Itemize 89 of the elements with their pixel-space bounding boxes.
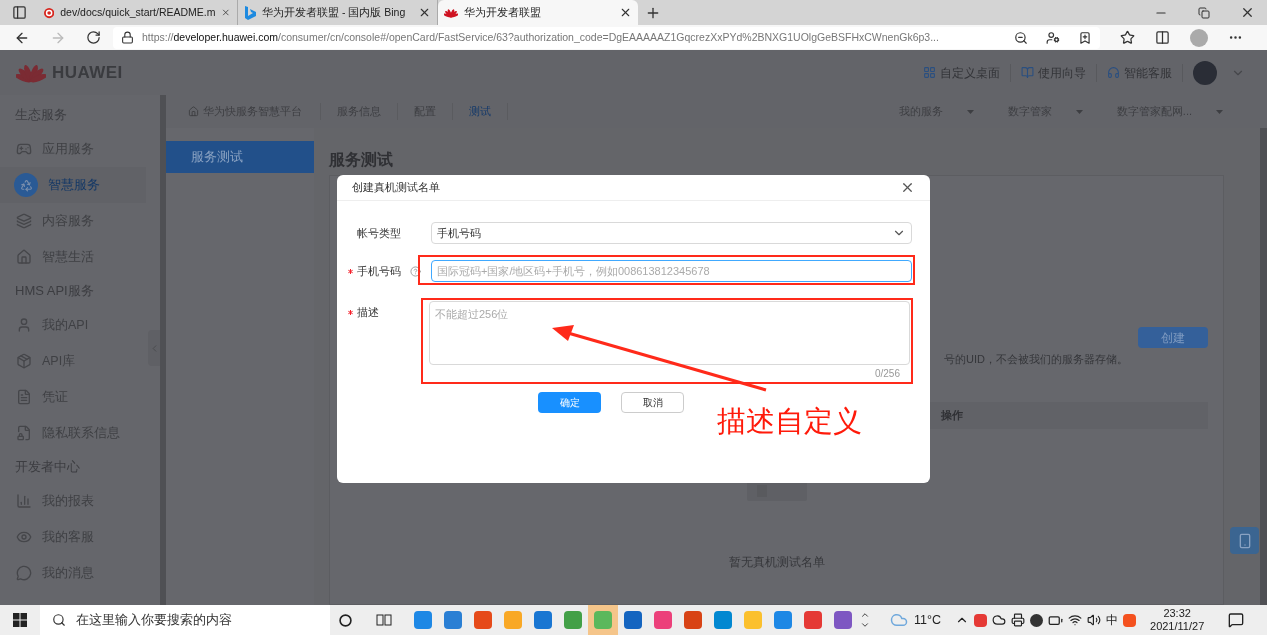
close-icon[interactable] [900,180,915,195]
restore-icon[interactable] [1198,6,1210,19]
app-icon[interactable] [444,611,462,629]
nav-tab[interactable]: 测试 [453,103,508,120]
cube-icon [16,353,32,369]
clock-time[interactable]: 23:32 [1163,607,1191,620]
close-icon[interactable] [1240,5,1255,20]
cancel-button[interactable]: 取消 [621,392,684,413]
app-icon[interactable] [624,611,642,629]
browser-tab[interactable]: 华为开发者联盟 [438,0,638,25]
flower-logo-icon [16,62,46,83]
close-icon[interactable] [418,6,431,19]
search-icon [52,613,66,627]
favorites-icon[interactable] [1120,30,1135,45]
close-icon[interactable] [619,6,632,19]
sub-nav-item[interactable]: 服务测试 [166,141,314,173]
clock-date[interactable]: 2021/11/27 [1150,620,1205,633]
tray-app-icon[interactable] [1030,613,1043,627]
home-icon [16,249,32,265]
app-icon[interactable] [834,611,852,629]
weather-text[interactable]: 11°C [914,610,941,630]
app-icon[interactable] [714,611,732,629]
bar-chart-icon [16,493,32,509]
field-label: 帐号类型 [357,225,401,241]
volume-icon[interactable] [1087,613,1101,627]
grid-icon [923,66,936,79]
create-button[interactable]: 创建 [1138,327,1208,348]
char-counter: 0/256 [874,367,900,381]
chat-icon [16,565,32,581]
ime-indicator[interactable]: 中 [1106,611,1118,629]
star-plus-icon[interactable] [1078,30,1092,45]
user-avatar[interactable] [1193,60,1217,85]
windows-logo-icon[interactable] [13,613,27,627]
recycle-icon [14,173,38,197]
sidebar-item[interactable]: 智慧服务 [0,167,146,203]
field-label: 手机号码 [357,263,401,279]
tab-title: 华为开发者联盟 [464,4,542,20]
app-icon[interactable] [534,611,552,629]
phone-input-field[interactable]: 国际冠码+国家/地区码+手机号，例如008613812345678 [431,260,912,282]
app-icon[interactable] [774,611,792,629]
lock-icon [121,31,134,44]
page-scrollbar[interactable] [1260,128,1267,605]
chevron-down-icon[interactable] [860,620,870,630]
gamepad-icon [16,141,32,157]
collections-icon[interactable] [1155,30,1170,45]
caret-down-icon [966,109,974,114]
user-icon [16,317,32,333]
document-lock-icon [16,425,32,441]
favicon-icon [244,5,256,20]
book-icon [1021,66,1034,79]
help-icon[interactable] [410,265,421,277]
annotation-text: 描述自定义 [717,404,862,439]
wifi-icon[interactable] [1068,613,1082,627]
notification-icon[interactable] [1228,612,1245,628]
app-icon[interactable] [654,611,672,629]
eye-icon [16,529,32,545]
app-icon[interactable] [474,611,492,629]
description-textarea[interactable]: 不能超过256位 [429,301,910,365]
home-icon [188,106,199,117]
caret-down-icon [1075,109,1083,114]
tab-title: 华为开发者联盟 - 国内版 Bing [262,4,407,20]
favicon-icon [44,5,55,20]
confirm-button[interactable]: 确定 [538,392,601,413]
layers-icon [16,213,32,229]
caret-down-icon [1216,109,1223,114]
app-icon[interactable] [414,611,432,629]
sidebar-scrollbar[interactable] [160,95,166,605]
account-type-select[interactable]: 手机号码 [431,222,912,244]
taskbar-search-field[interactable]: 在这里输入你要搜索的内容 [40,605,330,635]
printer-icon[interactable] [1011,613,1025,627]
tab-actions-icon[interactable] [11,5,27,20]
cortana-icon[interactable] [339,613,352,627]
person-badge-icon[interactable] [1046,30,1060,45]
app-icon[interactable] [684,611,702,629]
cloud-icon[interactable] [992,613,1006,627]
url-text: https://developer.huawei.com/consumer/cn/console#/openCard/FastService/63?authorization_code=DgEAAAAAZ1GqcrezXxPYd%2BNXG1UOlgGeBSFHxCWnenGk6p3... [142,29,940,45]
document-icon [16,389,32,405]
cloud-icon [890,611,908,629]
task-view-icon[interactable] [376,613,392,627]
zoom-out-icon[interactable] [1014,30,1028,45]
reload-icon[interactable] [86,30,101,45]
field-label: 描述 [357,304,379,320]
address-bar[interactable]: https://developer.huawei.com/consumer/cn/console#/openCard/FastService/63?authorization_code=DgEAAAAAZ1GqcrezXxPYd%2BNXG1UOlgGeBSFHxCWnenGk6p3... [113,26,1100,49]
headset-icon [1107,66,1120,79]
app-icon[interactable] [804,611,822,629]
phone-float-button[interactable] [1230,527,1259,554]
tab-title: dev/docs/quick_start/README.m [60,4,216,20]
favicon-icon [444,6,458,19]
dialog-title: 创建真机测试名单 [352,180,440,196]
